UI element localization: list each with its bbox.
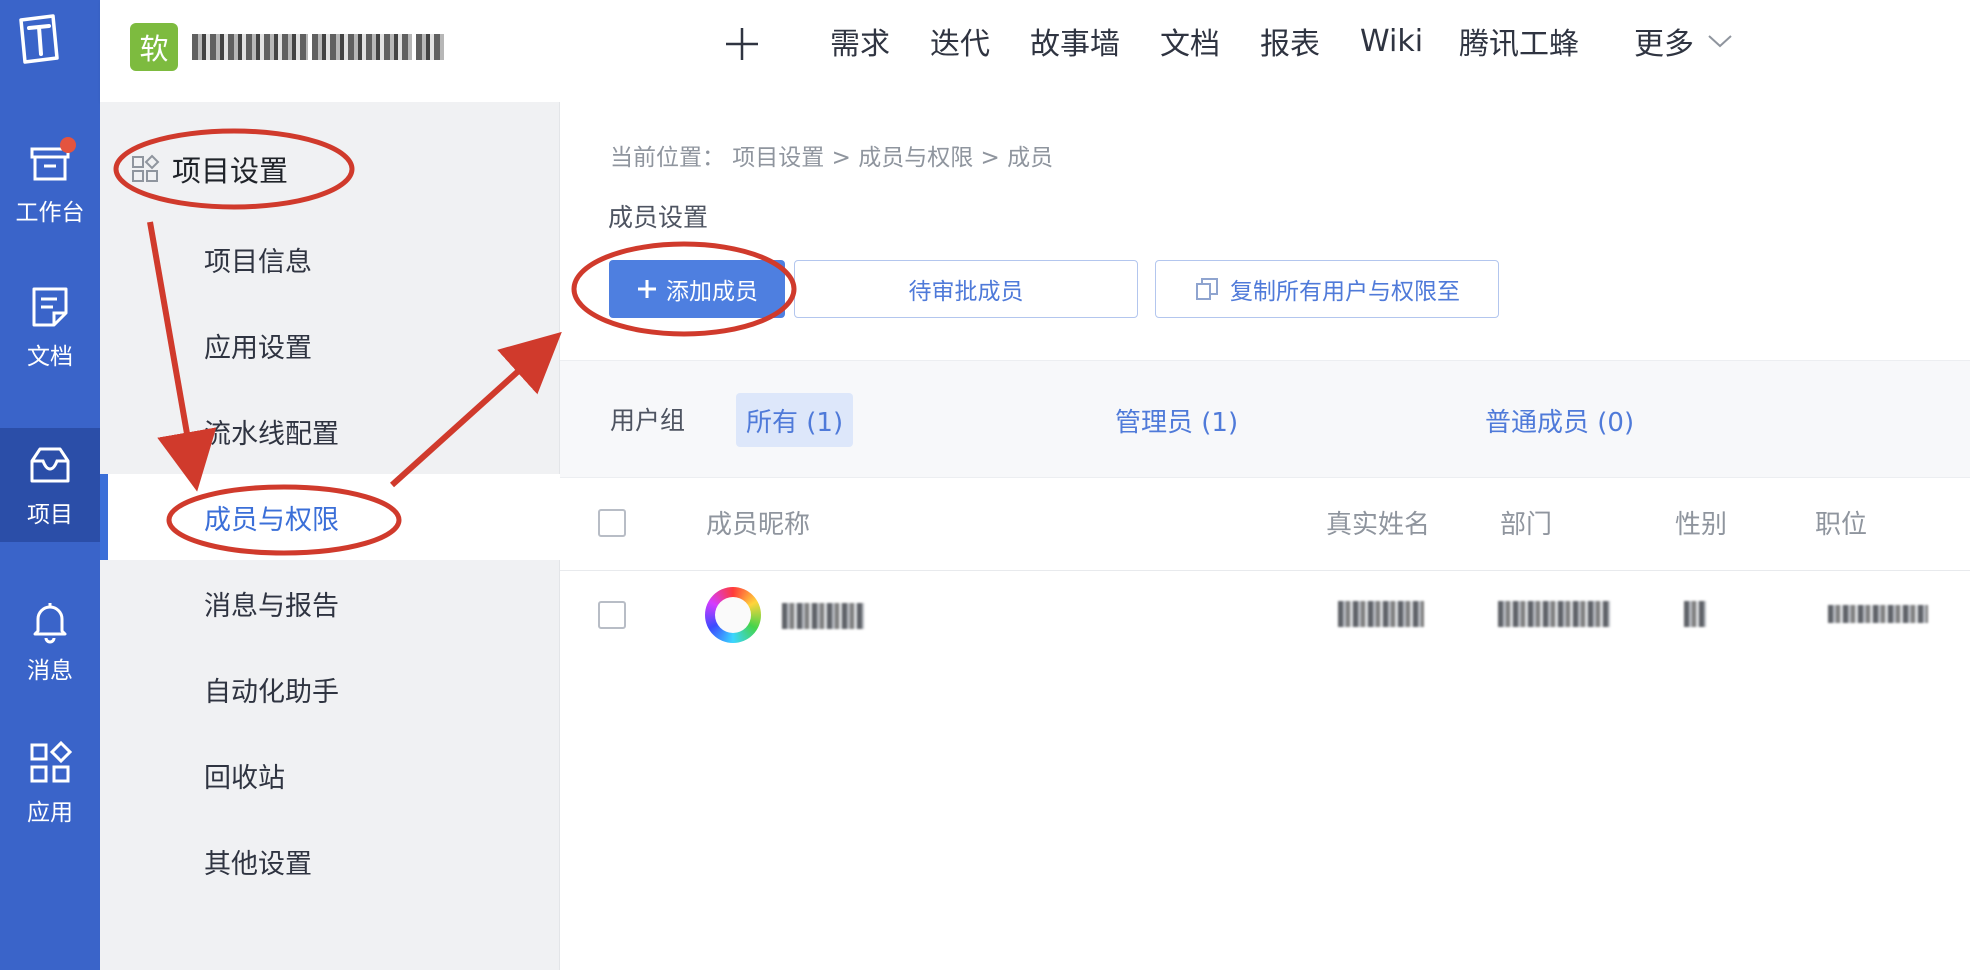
project-name-redacted[interactable] xyxy=(192,30,458,66)
nav-iterations[interactable]: 迭代 xyxy=(930,0,990,82)
column-header-real-name[interactable]: 真实姓名 xyxy=(1326,504,1430,541)
nav-more-label: 更多 xyxy=(1634,27,1694,62)
rail-item-label: 工作台 xyxy=(15,200,85,226)
user-group-filter: 用户组 所有 (1) 管理员 (1) 普通成员 (0) xyxy=(560,360,1970,478)
rail-item-apps[interactable]: 应用 xyxy=(0,726,100,840)
project-badge[interactable]: 软 xyxy=(130,23,178,71)
nav-more[interactable]: 更多 xyxy=(1634,0,1734,82)
project-box-icon xyxy=(26,441,74,489)
member-position-redacted xyxy=(1828,605,1928,623)
sidebar-item-recycle-bin[interactable]: 回收站 xyxy=(100,732,560,818)
filter-tab-admins[interactable]: 管理员 (1) xyxy=(1105,393,1248,447)
user-group-label: 用户组 xyxy=(610,406,686,435)
avatar xyxy=(705,587,761,643)
section-title: 成员设置 xyxy=(608,203,709,232)
filter-tab-regular-members[interactable]: 普通成员 (0) xyxy=(1475,393,1644,447)
member-gender-redacted xyxy=(1684,601,1706,627)
settings-grid-icon xyxy=(132,154,160,182)
add-member-button[interactable]: 添加成员 xyxy=(609,260,785,318)
pending-members-button[interactable]: 待审批成员 xyxy=(794,260,1138,318)
add-button[interactable] xyxy=(712,14,772,74)
member-real-name-redacted xyxy=(1338,601,1424,627)
plus-icon xyxy=(726,28,758,60)
member-nickname-redacted xyxy=(782,603,864,629)
nav-reports[interactable]: 报表 xyxy=(1260,0,1320,82)
bell-icon xyxy=(26,597,74,645)
copy-users-permissions-button[interactable]: 复制所有用户与权限至 xyxy=(1155,260,1499,318)
column-header-gender[interactable]: 性别 xyxy=(1675,504,1727,541)
rail-item-workbench[interactable]: 工作台 xyxy=(0,126,100,240)
nav-requirements[interactable]: 需求 xyxy=(830,0,890,82)
inbox-icon xyxy=(26,137,76,187)
rail-item-label: 应用 xyxy=(27,800,73,826)
app-logo-icon[interactable] xyxy=(15,14,63,64)
sidebar-item-other-settings[interactable]: 其他设置 xyxy=(100,818,560,904)
rail-item-messages[interactable]: 消息 xyxy=(0,584,100,698)
sidebar-item-automation[interactable]: 自动化助手 xyxy=(100,646,560,732)
sidebar-item-messages-reports[interactable]: 消息与报告 xyxy=(100,560,560,646)
nav-tencent-gongfeng[interactable]: 腾讯工蜂 xyxy=(1459,0,1579,82)
rail-item-project[interactable]: 项目 xyxy=(0,428,100,542)
plus-icon xyxy=(638,280,656,298)
nav-wiki[interactable]: Wiki xyxy=(1360,0,1423,82)
column-header-department[interactable]: 部门 xyxy=(1500,504,1552,541)
main-content: 当前位置： 项目设置 > 成员与权限 > 成员 成员设置 添加成员 待审批成员 … xyxy=(560,102,1970,970)
member-department-redacted xyxy=(1498,601,1610,627)
rail-item-label: 消息 xyxy=(27,658,73,684)
column-header-nickname[interactable]: 成员昵称 xyxy=(706,504,810,541)
sidebar-heading-label: 项目设置 xyxy=(172,154,289,188)
column-header-position[interactable]: 职位 xyxy=(1815,504,1867,541)
filter-tab-all[interactable]: 所有 (1) xyxy=(736,393,854,447)
copy-users-label: 复制所有用户与权限至 xyxy=(1230,279,1460,305)
chevron-down-icon xyxy=(1708,35,1732,48)
rail-item-label: 项目 xyxy=(27,502,73,528)
copy-icon xyxy=(1196,278,1218,300)
sidebar-item-members-permissions[interactable]: 成员与权限 xyxy=(100,474,560,560)
sidebar-item-pipeline[interactable]: 流水线配置 xyxy=(100,388,560,474)
breadcrumb: 当前位置： 项目设置 > 成员与权限 > 成员 xyxy=(610,145,1054,171)
add-member-label: 添加成员 xyxy=(666,279,758,305)
notification-dot xyxy=(60,137,76,153)
sidebar-heading: 项目设置 xyxy=(130,148,288,190)
apps-grid-icon xyxy=(26,739,74,787)
top-bar: 软 需求 迭代 故事墙 文档 报表 Wiki 腾讯工蜂 更多 xyxy=(100,0,1970,102)
rail-item-docs[interactable]: 文档 xyxy=(0,270,100,384)
sidebar-item-app-settings[interactable]: 应用设置 xyxy=(100,302,560,388)
left-rail: 工作台 文档 项目 消息 应用 xyxy=(0,0,100,970)
sidebar-item-project-info[interactable]: 项目信息 xyxy=(100,216,560,302)
nav-story-wall[interactable]: 故事墙 xyxy=(1030,0,1120,82)
rail-item-label: 文档 xyxy=(27,344,73,370)
table-header-divider xyxy=(560,570,1970,571)
document-icon xyxy=(26,283,74,331)
row-checkbox[interactable] xyxy=(598,601,626,629)
settings-sidebar: 项目设置 项目信息 应用设置 流水线配置 成员与权限 消息与报告 自动化助手 回… xyxy=(100,102,560,970)
select-all-checkbox[interactable] xyxy=(598,509,626,537)
nav-docs[interactable]: 文档 xyxy=(1160,0,1220,82)
